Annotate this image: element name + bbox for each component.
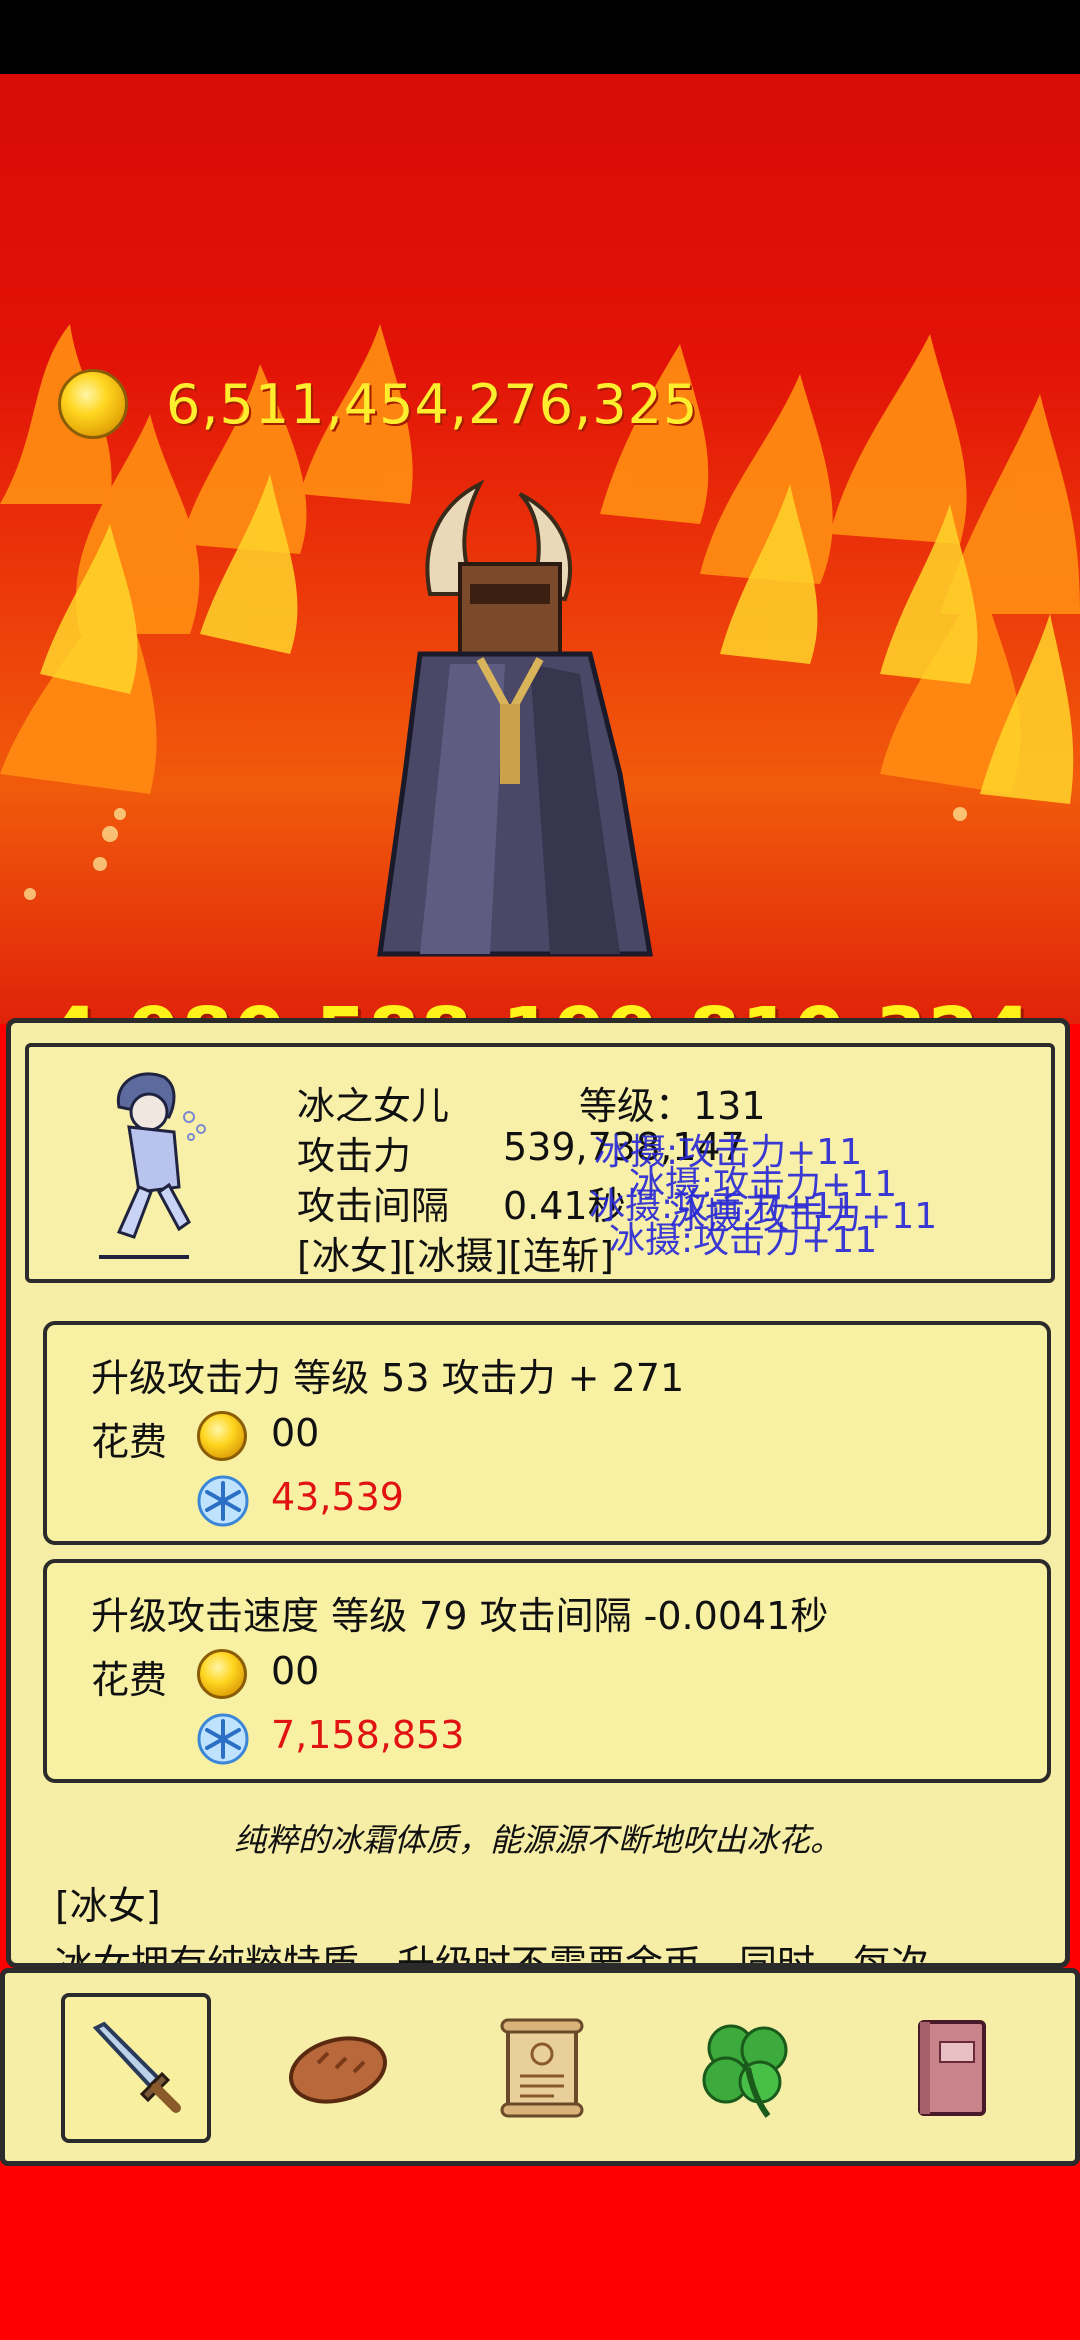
boss-minotaur-sprite[interactable] xyxy=(360,474,700,974)
interval-label: 攻击间隔 xyxy=(297,1184,450,1228)
gold-coin-icon xyxy=(197,1411,247,1461)
hero-name: 冰之女儿 xyxy=(297,1084,450,1128)
ice-daughter-portrait xyxy=(99,1072,206,1259)
description-tag: [冰女] xyxy=(55,1884,161,1928)
attack-label: 攻击力 xyxy=(297,1134,412,1178)
floating-buff-text: 冰摄:攻击力+11 xyxy=(609,1220,878,1261)
ice-cost: 43,539 xyxy=(271,1475,404,1519)
nav-book-tab[interactable] xyxy=(875,1993,1025,2143)
bottom-area xyxy=(0,2166,1080,2340)
hero-panel: 冰之女儿 等级：131 攻击力 539,738,147 攻击间隔 0.41秒 [… xyxy=(6,1018,1070,1968)
hero-card: 冰之女儿 等级：131 攻击力 539,738,147 攻击间隔 0.41秒 [… xyxy=(25,1043,1055,1283)
gold-cost: 00 xyxy=(271,1649,320,1693)
gold-amount: 6,511,454,276,325 xyxy=(166,372,699,436)
nav-quest-tab[interactable] xyxy=(467,1993,617,2143)
description-body: 冰女拥有纯粹特质，升级时不需要金币。同时，每次 xyxy=(55,1942,930,1968)
nav-hero-tab[interactable] xyxy=(61,1993,211,2143)
nav-food-tab[interactable] xyxy=(263,1993,413,2143)
bottom-nav xyxy=(0,1968,1080,2166)
gold-cost: 00 xyxy=(271,1411,320,1455)
gold-counter: 6,511,454,276,325 xyxy=(58,364,698,444)
sword-icon xyxy=(92,2021,181,2113)
upgrade-speed-button[interactable]: 升级攻击速度 等级 79 攻击间隔 -0.0041秒 花费 00 7,158,8… xyxy=(43,1559,1051,1783)
nav-luck-tab[interactable] xyxy=(671,1993,821,2143)
gold-coin-icon xyxy=(197,1649,247,1699)
hero-flavor-text: 纯粹的冰霜体质，能源源不断地吹出冰花。 xyxy=(233,1821,842,1859)
hero-level: 等级：131 xyxy=(579,1084,766,1128)
snowflake-icon xyxy=(197,1475,249,1527)
gold-coin-icon xyxy=(58,369,128,439)
ice-cost: 7,158,853 xyxy=(271,1713,465,1757)
bread-icon xyxy=(288,2036,388,2104)
book-icon xyxy=(918,2020,986,2116)
scroll-icon xyxy=(500,2018,584,2118)
hero-tags: [冰女][冰摄][连斩] xyxy=(297,1234,614,1278)
battle-scene[interactable]: 6,511,454,276,325 4,980,588,199,810,324 xyxy=(0,74,1080,1024)
snowflake-icon xyxy=(197,1713,249,1765)
cost-label: 花费 xyxy=(91,1658,168,1702)
upgrade-speed-title: 升级攻击速度 等级 79 攻击间隔 -0.0041秒 xyxy=(91,1594,829,1638)
status-bar xyxy=(0,0,1080,74)
upgrade-attack-button[interactable]: 升级攻击力 等级 53 攻击力 + 271 花费 00 43,539 xyxy=(43,1321,1051,1545)
clover-icon xyxy=(702,2024,788,2118)
upgrade-attack-title: 升级攻击力 等级 53 攻击力 + 271 xyxy=(91,1356,685,1400)
cost-label: 花费 xyxy=(91,1420,168,1464)
